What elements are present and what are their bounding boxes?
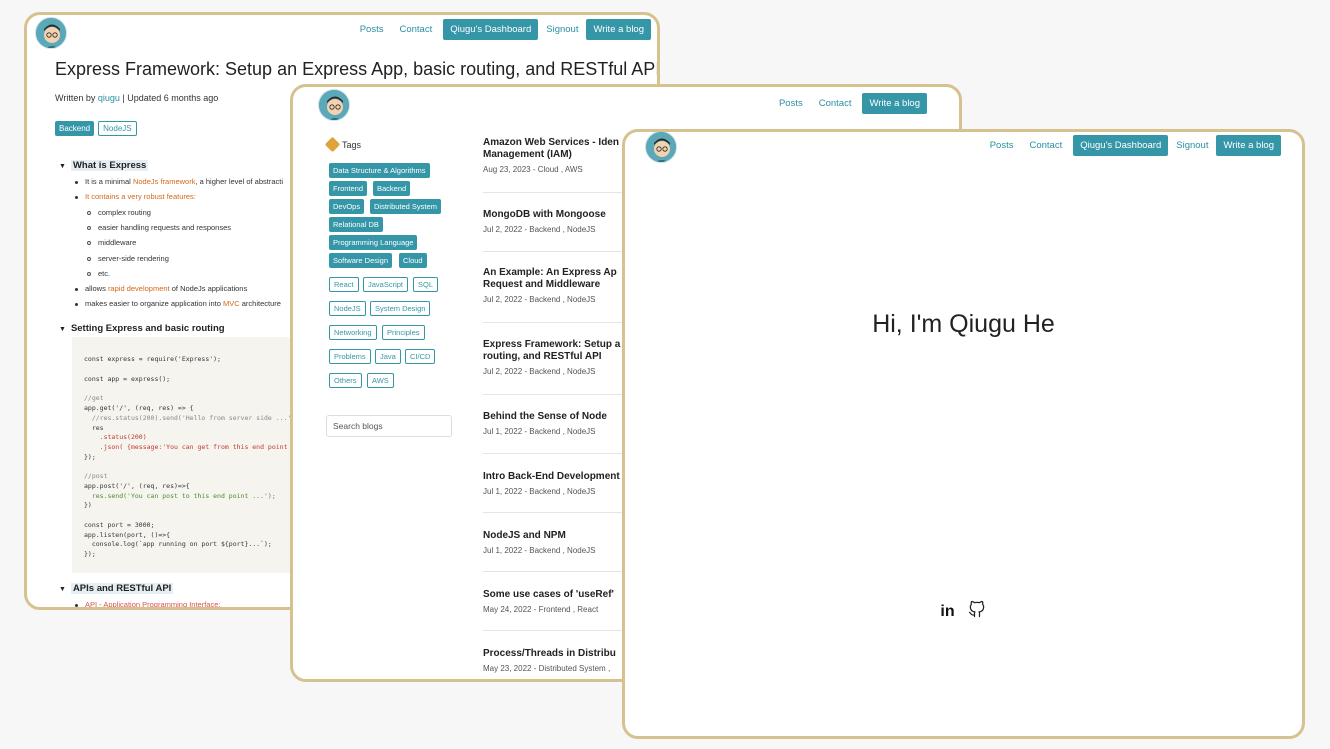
main-nav: Posts Contact Qiugu's Dashboard Signout … — [985, 135, 1281, 156]
tag-filter[interactable]: Relational DB — [329, 217, 383, 232]
nav-posts-link[interactable]: Posts — [985, 140, 1019, 151]
article-tags: Backend NodeJS — [55, 121, 137, 136]
tag-filter[interactable]: Programming Language — [329, 235, 418, 250]
write-blog-button[interactable]: Write a blog — [1216, 135, 1281, 156]
nav-posts-link[interactable]: Posts — [774, 98, 808, 109]
divider — [483, 453, 643, 454]
tag-backend[interactable]: Backend — [55, 121, 95, 136]
dashboard-button[interactable]: Qiugu's Dashboard — [1073, 135, 1169, 156]
sub-list-item: complex routing — [87, 208, 151, 217]
code-line: }); — [84, 550, 96, 558]
code-line: .status(200) — [84, 433, 147, 441]
tag-filter[interactable]: Backend — [373, 181, 411, 196]
tag-filter[interactable]: AWS — [367, 373, 394, 388]
code-line: res.send('You can post to this end point… — [84, 492, 276, 500]
tag-filter[interactable]: Frontend — [329, 181, 368, 196]
updated-label: | Updated 6 months ago — [119, 93, 219, 103]
main-nav: Posts Contact Write a blog — [774, 93, 927, 114]
avatar-icon[interactable] — [318, 89, 350, 121]
avatar-icon[interactable] — [645, 132, 677, 163]
write-blog-button[interactable]: Write a blog — [586, 19, 651, 40]
caret-down-icon: ▼ — [59, 586, 66, 593]
avatar-icon[interactable] — [35, 17, 67, 49]
sub-list-item: etc. — [87, 269, 110, 278]
tag-filter[interactable]: Principles — [382, 325, 425, 340]
code-line: app.listen(port, ()=>{ — [84, 531, 171, 539]
divider — [483, 192, 643, 193]
tag-filter[interactable]: Data Structure & Algorithms — [329, 163, 430, 178]
caret-down-icon: ▼ — [59, 326, 66, 333]
code-line: //get — [84, 394, 104, 402]
tag-filter[interactable]: Cloud — [399, 253, 427, 268]
tag-filter[interactable]: System Design — [370, 301, 431, 316]
code-line: //post — [84, 472, 108, 480]
tag-filter[interactable]: Java — [375, 349, 401, 364]
dashboard-button[interactable]: Qiugu's Dashboard — [443, 19, 539, 40]
tag-filter[interactable]: DevOps — [329, 199, 365, 214]
tags-heading: Tags — [324, 136, 361, 153]
signout-link[interactable]: Signout — [1174, 140, 1210, 151]
code-line: res — [84, 424, 104, 432]
divider — [483, 251, 643, 252]
code-line: .json( {message:'You can get from this e… — [84, 443, 288, 451]
list-item: API - Application Programming Interface: — [75, 600, 220, 607]
list-item: allows rapid development of NodeJs appli… — [75, 284, 247, 293]
tag-filter[interactable]: JavaScript — [363, 277, 409, 292]
tag-filter[interactable]: Distributed System — [370, 199, 441, 214]
nav-contact-link[interactable]: Contact — [394, 24, 437, 35]
code-line: }) — [84, 501, 92, 509]
list-item: It is a minimal NodeJs framework, a high… — [75, 177, 283, 186]
section-what-is-express[interactable]: ▼ What is Express — [59, 160, 149, 171]
tag-filter[interactable]: SQL — [413, 277, 439, 292]
divider — [483, 571, 643, 572]
divider — [483, 322, 643, 323]
tag-icon — [324, 136, 341, 153]
hero-heading: Hi, I'm Qiugu He — [872, 310, 1055, 338]
code-line: app.post('/', (req, res)=>{ — [84, 482, 190, 490]
tag-filter[interactable]: NodeJS — [329, 301, 366, 316]
caret-down-icon: ▼ — [59, 163, 66, 170]
code-line: console.log(`app running on port ${port}… — [84, 540, 272, 548]
section-apis[interactable]: ▼ APIs and RESTful API — [59, 583, 174, 594]
search-input[interactable]: Search blogs — [326, 415, 452, 437]
github-icon[interactable] — [967, 599, 987, 624]
linkedin-icon[interactable]: in — [940, 603, 954, 621]
write-blog-button[interactable]: Write a blog — [862, 93, 927, 114]
section-setting-express[interactable]: ▼ Setting Express and basic routing — [59, 323, 225, 334]
home-window: Posts Contact Qiugu's Dashboard Signout … — [622, 129, 1305, 739]
divider — [483, 630, 643, 631]
tag-filter[interactable]: Software Design — [329, 253, 393, 268]
tag-filter[interactable]: CI/CD — [405, 349, 436, 364]
article-title: Express Framework: Setup an Express App,… — [55, 59, 660, 79]
code-line: app.get('/', (req, res) => { — [84, 404, 194, 412]
written-by-label: Written by — [55, 93, 98, 103]
divider — [483, 512, 643, 513]
tag-nodejs[interactable]: NodeJS — [98, 121, 137, 136]
nav-contact-link[interactable]: Contact — [814, 98, 857, 109]
nav-contact-link[interactable]: Contact — [1024, 140, 1067, 151]
tag-filter[interactable]: Problems — [329, 349, 371, 364]
divider — [483, 394, 643, 395]
code-line: const port = 3000; — [84, 521, 155, 529]
nav-posts-link[interactable]: Posts — [355, 24, 389, 35]
code-line: //res.status(200).send('Hello from serve… — [84, 414, 296, 422]
tag-filter[interactable]: Others — [329, 373, 362, 388]
signout-link[interactable]: Signout — [544, 24, 580, 35]
article-byline: Written by qiugu | Updated 6 months ago — [55, 93, 218, 103]
sub-list-item: middleware — [87, 238, 136, 247]
tag-filter[interactable]: Networking — [329, 325, 377, 340]
code-line: const express = require('Express'); — [84, 355, 221, 363]
tag-filter[interactable]: React — [329, 277, 359, 292]
list-item: makes easier to organize application int… — [75, 299, 281, 308]
code-line: const app = express(); — [84, 375, 171, 383]
sub-list-item: server-side rendering — [87, 254, 169, 263]
author-link[interactable]: qiugu — [98, 93, 120, 103]
code-line: }); — [84, 453, 96, 461]
sub-list-item: easier handling requests and responses — [87, 223, 231, 232]
main-nav: Posts Contact Qiugu's Dashboard Signout … — [355, 19, 651, 40]
list-item: It contains a very robust features: — [75, 192, 196, 201]
social-links: in — [625, 599, 1302, 624]
